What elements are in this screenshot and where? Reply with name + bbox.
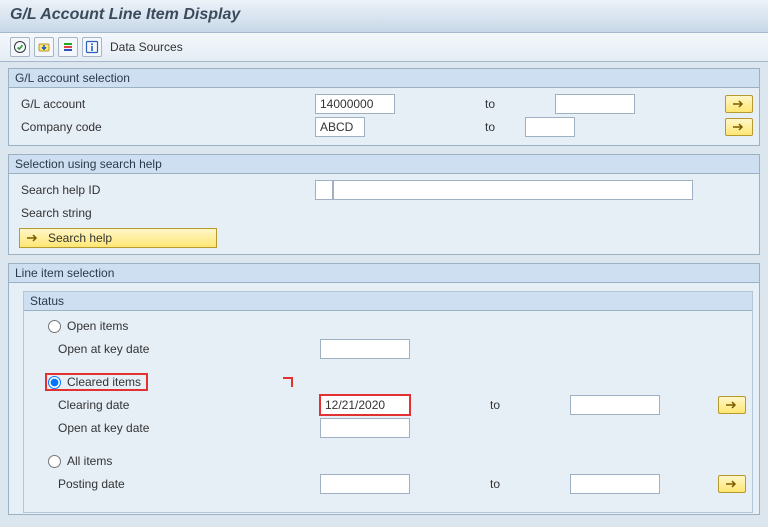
info-button[interactable] [82,37,102,57]
selection-list-button[interactable] [58,37,78,57]
search-string-label: Search string [15,206,315,220]
open-items-label: Open items [67,319,128,333]
company-code-to-label: to [365,120,525,134]
highlight-corner-icon [283,377,293,387]
search-help-button-label: Search help [48,231,112,245]
arrow-right-icon [732,122,746,132]
clock-check-icon [13,40,27,54]
group-gl-title: G/L account selection [9,69,759,88]
gl-account-label: G/L account [15,97,315,111]
arrow-right-icon [725,479,739,489]
company-code-input[interactable] [315,117,365,137]
all-items-radio[interactable] [48,455,61,468]
all-items-label: All items [67,454,112,468]
search-help-id-short-input[interactable] [315,180,333,200]
info-icon [85,40,99,54]
company-code-label: Company code [15,120,315,134]
company-code-multiple-button[interactable] [725,118,753,136]
company-code-to-input[interactable] [525,117,575,137]
posting-date-to-label: to [410,477,570,491]
gl-account-input[interactable] [315,94,395,114]
cleared-open-at-key-date-input[interactable] [320,418,410,438]
clearing-date-to-label: to [410,398,570,412]
execute-button[interactable] [10,37,30,57]
group-search-help: Selection using search help Search help … [8,154,760,255]
arrow-right-icon [26,232,40,244]
group-gl-account-selection: G/L account selection G/L account to Com… [8,68,760,146]
posting-date-label: Posting date [30,477,320,491]
clearing-date-input[interactable] [320,395,410,415]
posting-date-to-input[interactable] [570,474,660,494]
get-variant-button[interactable] [34,37,54,57]
open-items-radio[interactable] [48,320,61,333]
search-help-button[interactable]: Search help [19,228,217,248]
posting-date-multiple-button[interactable] [718,475,746,493]
cleared-items-radio[interactable] [48,376,61,389]
list-lines-icon [61,40,75,54]
clearing-date-multiple-button[interactable] [718,396,746,414]
gl-account-to-label: to [395,97,555,111]
group-line-title: Line item selection [9,264,759,283]
status-subgroup: Status Open items Open at key date [23,291,753,513]
arrow-right-icon [725,400,739,410]
status-title: Status [24,292,752,311]
data-sources-label[interactable]: Data Sources [110,40,183,54]
open-at-key-date-input[interactable] [320,339,410,359]
folder-down-icon [37,40,51,54]
arrow-right-icon [732,99,746,109]
group-line-item-selection: Line item selection Status Open items Op… [8,263,760,515]
main-area: G/L account selection G/L account to Com… [0,62,768,515]
page-title: G/L Account Line Item Display [10,6,758,24]
posting-date-input[interactable] [320,474,410,494]
titlebar: G/L Account Line Item Display [0,0,768,33]
clearing-date-to-input[interactable] [570,395,660,415]
search-help-id-label: Search help ID [15,183,315,197]
clearing-date-label: Clearing date [30,398,320,412]
search-help-id-long-input[interactable] [333,180,693,200]
cleared-items-label: Cleared items [67,375,141,389]
toolbar: Data Sources [0,33,768,62]
gl-account-to-input[interactable] [555,94,635,114]
open-at-key-date-label: Open at key date [30,342,320,356]
group-search-title: Selection using search help [9,155,759,174]
cleared-open-at-key-date-label: Open at key date [30,421,320,435]
gl-account-multiple-button[interactable] [725,95,753,113]
